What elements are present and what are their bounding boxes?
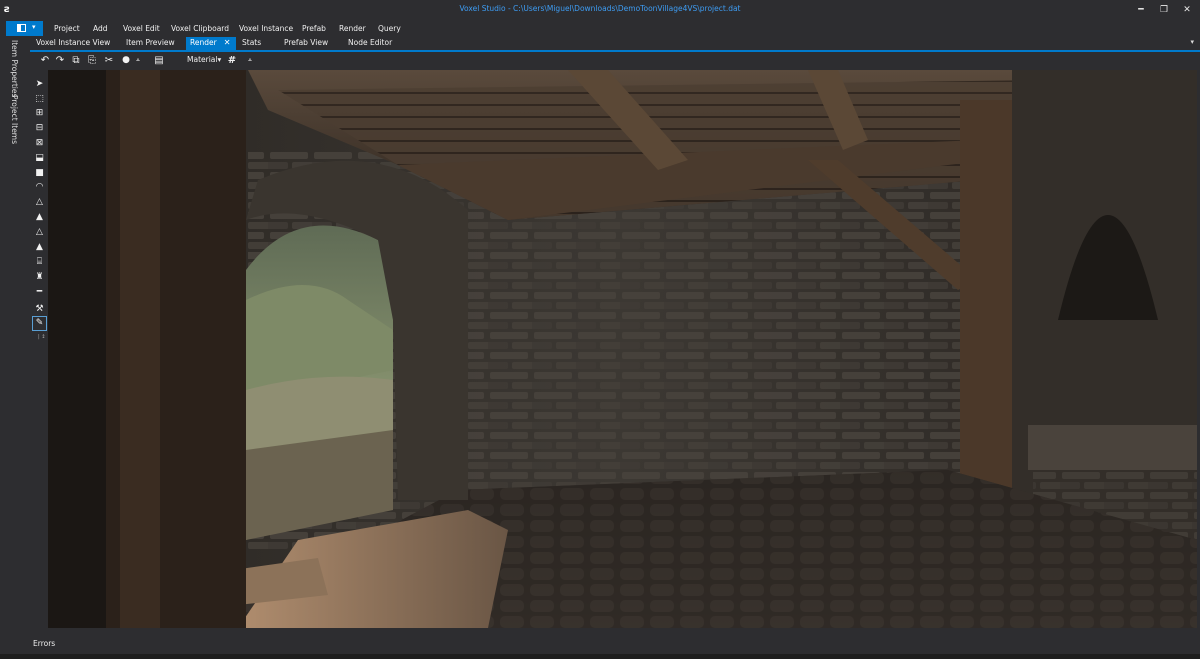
menu-voxel-instance[interactable]: Voxel Instance <box>239 24 293 33</box>
stacked-pyramid-tool-icon[interactable]: ▲ <box>33 241 46 254</box>
render-viewport[interactable] <box>48 70 1197 628</box>
tab-render-label: Render <box>190 38 217 47</box>
menu-prefab[interactable]: Prefab <box>302 24 326 33</box>
stamp-tool-icon[interactable]: ⬓ <box>33 152 46 165</box>
hammer-tool-icon[interactable]: ⚒ <box>33 303 46 316</box>
errors-tab[interactable]: Errors <box>33 639 55 648</box>
copy-icon[interactable]: ⧉ <box>70 54 82 67</box>
cut-icon[interactable]: ✂ <box>102 54 116 67</box>
add-voxel-icon[interactable]: ⊞ <box>33 107 46 120</box>
tab-voxel-instance-view[interactable]: Voxel Instance View <box>32 37 114 50</box>
side-tab-project-items[interactable]: Project Items <box>10 95 19 144</box>
side-tab-strip: Item Properties Project Items <box>0 37 22 644</box>
marquee-tool-icon[interactable]: ⬚ <box>33 93 46 106</box>
dome-tool-icon[interactable]: ◠ <box>33 181 46 194</box>
chevron-down-icon: ▾ <box>217 55 222 64</box>
tool-palette: ➤ ⬚ ⊞ ⊟ ⊠ ⬓ ■ ◠ △ ▲ △ ▲ ⌸ ♜ ━ ⚒ ✎ | ↕ <box>30 70 48 628</box>
tower-tool-icon[interactable]: ♜ <box>33 271 46 284</box>
dotted-pyramid-tool-icon[interactable]: △ <box>33 196 46 209</box>
tab-overflow-icon[interactable]: ▾ <box>1190 38 1194 46</box>
grid-icon[interactable]: # <box>226 54 238 67</box>
taskbar-strip <box>0 654 1200 659</box>
file-menu-button[interactable]: ▾ <box>6 21 43 36</box>
select-tool-icon[interactable]: ➤ <box>33 78 46 91</box>
pyramid-tool-icon[interactable]: △ <box>33 226 46 239</box>
eyedropper-tool-icon[interactable]: ✎ <box>32 316 47 331</box>
tab-stats[interactable]: Stats <box>238 37 265 50</box>
side-tab-item-properties[interactable]: Item Properties <box>10 40 19 97</box>
viewport-toolbar: ↶ ↷ ⧉ ⎘ ✂ ● ⩡ ▤ Material▾ # ⩡ <box>30 52 1200 70</box>
light-bulb-icon[interactable]: ● <box>120 54 132 67</box>
material-dropdown[interactable]: Material▾ <box>187 55 221 64</box>
render-scene <box>48 70 1197 628</box>
fill-tool-icon[interactable]: ■ <box>33 167 46 180</box>
restore-button[interactable]: ❐ <box>1157 4 1171 16</box>
toolbar-overflow-icon[interactable]: ⩡ <box>133 54 143 67</box>
layers-icon[interactable]: ▤ <box>151 54 167 67</box>
menu-project[interactable]: Project <box>54 24 80 33</box>
menu-voxel-clipboard[interactable]: Voxel Clipboard <box>171 24 229 33</box>
clear-voxel-icon[interactable]: ⊠ <box>33 137 46 150</box>
tab-node-editor[interactable]: Node Editor <box>344 37 396 50</box>
close-button[interactable]: ✕ <box>1180 4 1194 16</box>
paste-icon[interactable]: ⎘ <box>86 54 98 67</box>
tab-item-preview[interactable]: Item Preview <box>122 37 179 50</box>
tab-prefab-view[interactable]: Prefab View <box>280 37 332 50</box>
tab-render[interactable]: Render ✕ <box>186 37 236 50</box>
remove-voxel-icon[interactable]: ⊟ <box>33 122 46 135</box>
line-tool-icon[interactable]: ━ <box>33 286 46 299</box>
toolbar-overflow-icon-2[interactable]: ⩡ <box>245 54 255 67</box>
cone-tool-icon[interactable]: ▲ <box>33 211 46 224</box>
menu-voxel-edit[interactable]: Voxel Edit <box>123 24 160 33</box>
tool-palette-footnote: | ↕ <box>38 334 46 340</box>
redo-icon[interactable]: ↷ <box>54 54 66 67</box>
chevron-down-icon: ▾ <box>32 23 36 31</box>
close-icon[interactable]: ✕ <box>224 38 231 47</box>
document-tab-bar: Voxel Instance View Item Preview Render ✕… <box>30 37 1200 50</box>
menu-query[interactable]: Query <box>378 24 401 33</box>
column-tool-icon[interactable]: ⌸ <box>33 256 46 269</box>
title-bar: ƨ Voxel Studio - C:\Users\Miguel\Downloa… <box>0 0 1200 20</box>
menu-bar: ▾ Project Add Voxel Edit Voxel Clipboard… <box>0 20 1200 36</box>
window-menu-icon <box>17 24 26 32</box>
menu-render[interactable]: Render <box>339 24 366 33</box>
window-title: Voxel Studio - C:\Users\Miguel\Downloads… <box>459 4 741 13</box>
material-label: Material <box>187 55 218 64</box>
undo-icon[interactable]: ↶ <box>39 54 51 67</box>
menu-add[interactable]: Add <box>93 24 108 33</box>
minimize-button[interactable]: ━ <box>1134 4 1148 16</box>
